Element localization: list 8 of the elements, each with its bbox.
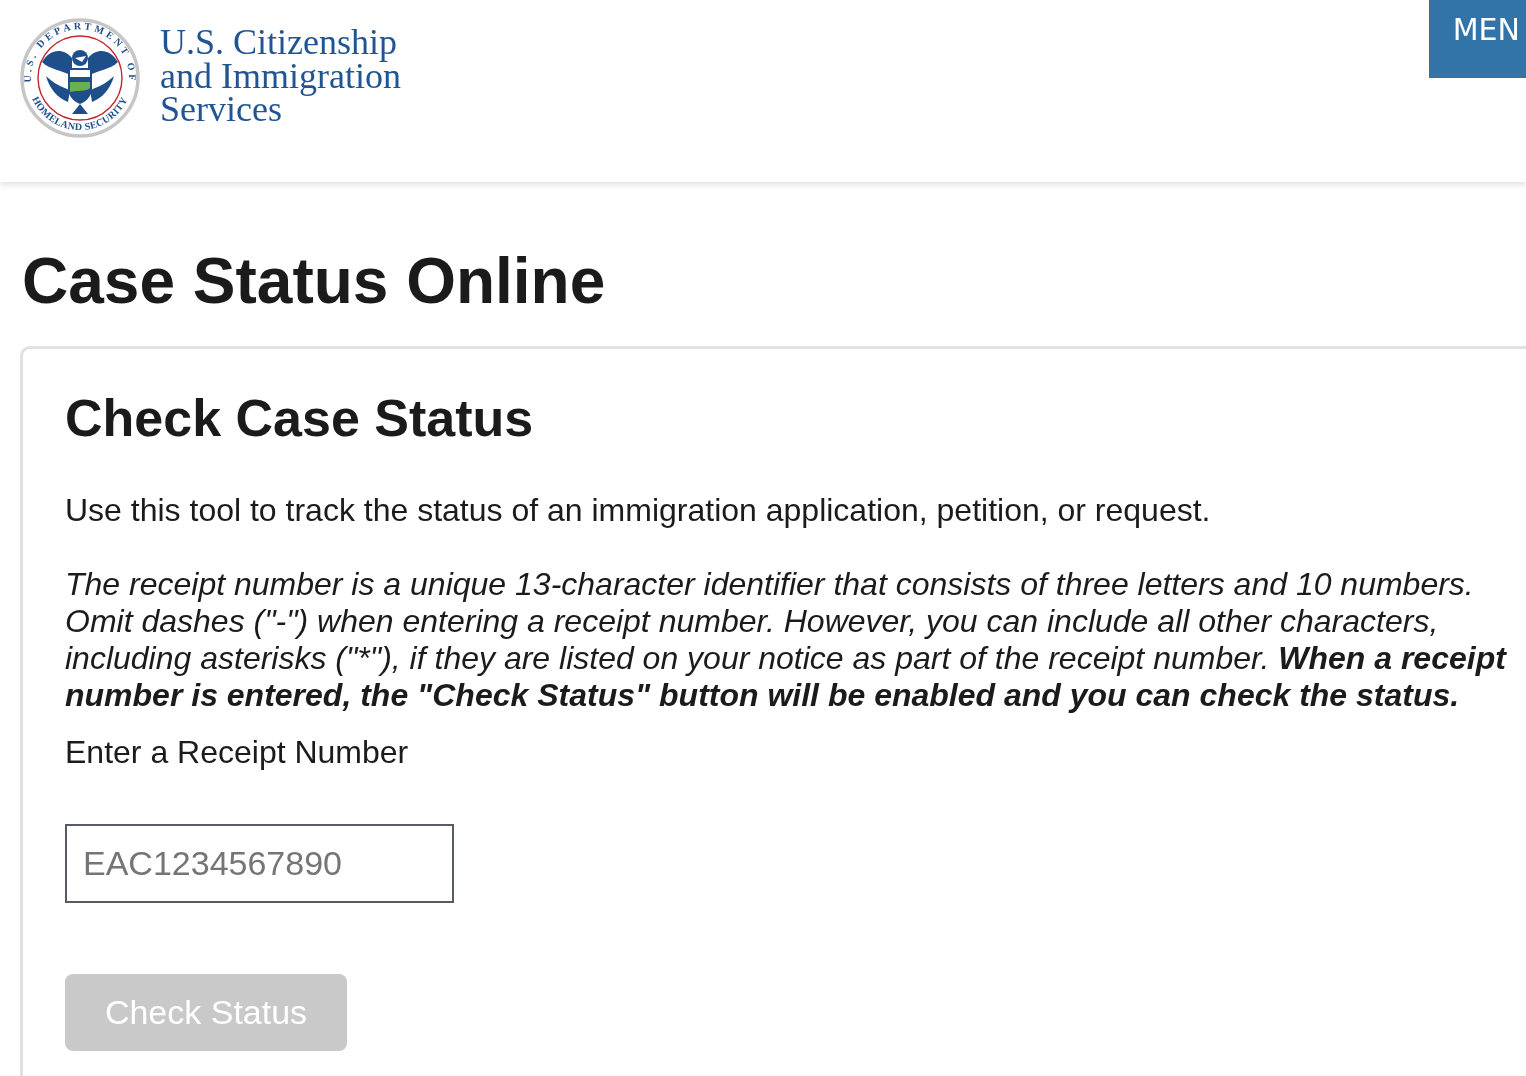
receipt-note: The receipt number is a unique 13-character identifier that consists of three letters and 10 numbers. Omit dashes ("-") when entering a receipt number. However, you can include all other characters, including asterisks ("*"), if they are listed on your notice as part of the receipt number. When a receipt number is entered, the "Check Status" button will be enabled and you can check the status. <box>65 566 1508 714</box>
menu-button[interactable]: MEN <box>1428 0 1526 78</box>
intro-text: Use this tool to track the status of an immigration application, petition, or request. <box>65 492 1211 529</box>
agency-name: U.S. Citizenship and Immigration Services <box>160 21 401 127</box>
card-title: Check Case Status <box>65 388 534 449</box>
page-title: Case Status Online <box>22 244 607 318</box>
field-label: Enter a Receipt Number <box>65 734 409 771</box>
receipt-number-field[interactable]: EAC1234567890 <box>65 824 454 903</box>
